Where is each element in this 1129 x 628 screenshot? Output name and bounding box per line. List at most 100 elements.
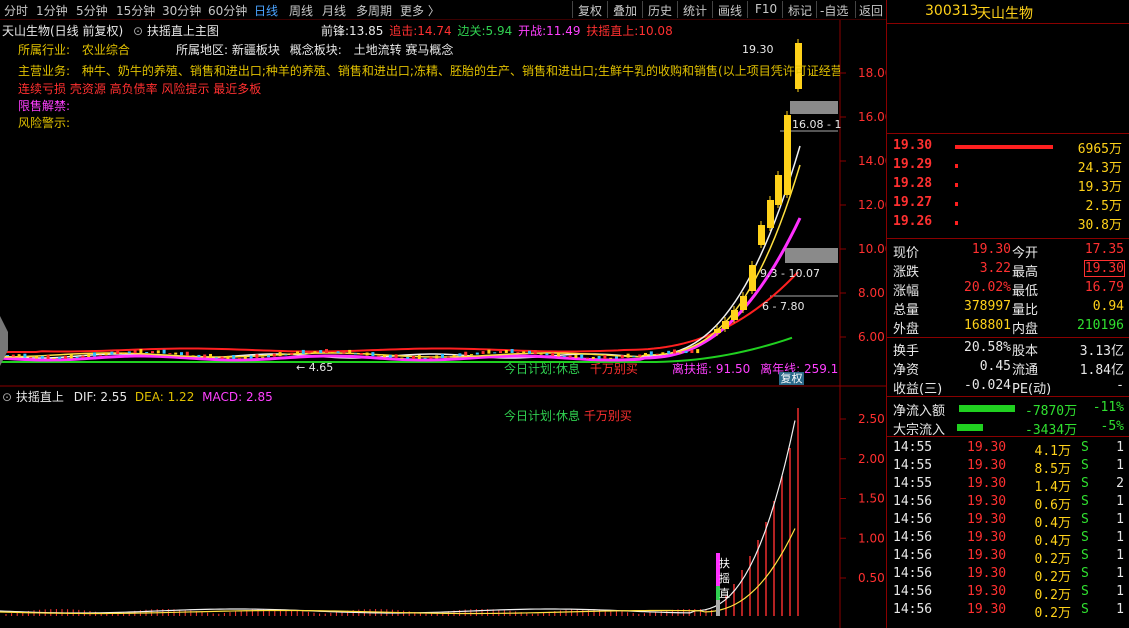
stat-value: 19.30: [971, 242, 1011, 257]
stock-info-region: 所属地区: 新疆板块 概念板块: 土地流转 赛马概念: [176, 41, 453, 58]
tick-count: 1: [1116, 440, 1124, 455]
small-candle: [98, 354, 102, 356]
kline-chart[interactable]: 18.00 16.00 14.00 12.00 10.00 8.00 6.00 2.50 2.0…: [0, 20, 886, 628]
tick-time: 14:56: [893, 494, 933, 509]
overlay-button[interactable]: 叠加: [613, 2, 637, 19]
stock-code: 300313: [925, 3, 979, 19]
small-candle: [325, 349, 328, 354]
indicator-dropdown-icon[interactable]: ⊙: [133, 24, 143, 38]
risk-tags: 连续亏损 壳资源 高负债率 风险提示 最近多板: [18, 80, 261, 97]
small-candle: [203, 354, 207, 358]
tab-monthly[interactable]: 月线: [322, 2, 346, 19]
small-candle: [499, 351, 502, 354]
sub-indicator-dropdown-icon[interactable]: ⊙: [2, 390, 12, 404]
stat-value: 16.79: [1084, 280, 1124, 295]
tab-1min[interactable]: 1分钟: [36, 2, 68, 19]
history-button[interactable]: 历史: [648, 2, 672, 19]
tab-daily[interactable]: 日线: [254, 2, 278, 19]
li-fuyao-label: 离扶摇:: [672, 362, 713, 376]
tick-direction: S: [1081, 530, 1089, 545]
macd-axis-label: 1.50: [858, 492, 885, 506]
small-candle: [81, 355, 85, 358]
small-candle: [545, 353, 549, 356]
tick-price: 19.30: [967, 602, 1007, 617]
up-candle: [784, 115, 791, 195]
small-candle: [696, 349, 700, 354]
ma-white-line: [0, 145, 801, 359]
tab-fenshi[interactable]: 分时: [4, 2, 28, 19]
tick-time: 14:56: [893, 566, 933, 581]
mark-button[interactable]: 标记: [788, 2, 812, 19]
small-candle: [151, 351, 154, 354]
tick-direction: S: [1081, 566, 1089, 581]
small-candle: [400, 357, 404, 359]
small-candle: [46, 354, 50, 359]
divider: [887, 133, 1129, 134]
macd-axis-label: 0.50: [858, 571, 885, 585]
tick-count: 1: [1116, 584, 1124, 599]
stat-value: -: [1116, 378, 1124, 393]
stat-value: 20.58%: [964, 340, 1011, 355]
small-candle: [475, 352, 479, 355]
small-candle: [470, 354, 473, 356]
small-candle: [75, 357, 79, 359]
bid-volume: 19.3万: [1077, 180, 1122, 195]
distance-row: 离扶摇: 91.50 离年线: 259.1: [672, 360, 838, 377]
sub-plan-value: 休息: [556, 409, 581, 423]
fuquan-button[interactable]: 复权: [578, 2, 602, 19]
tab-30min[interactable]: 30分钟: [162, 2, 201, 19]
small-candle: [441, 353, 444, 358]
small-candle: [93, 352, 96, 357]
small-candle: [603, 354, 607, 359]
signal-char: 直: [719, 587, 730, 600]
small-candle: [597, 355, 601, 359]
tab-60min[interactable]: 60分钟: [208, 2, 247, 19]
tick-direction: S: [1081, 494, 1089, 509]
small-candle: [667, 350, 671, 354]
zone-box: [790, 101, 838, 114]
tab-5min[interactable]: 5分钟: [76, 2, 108, 19]
price-axis-label: 6.00: [858, 330, 885, 344]
stats-button[interactable]: 统计: [683, 2, 707, 19]
tab-more[interactable]: 更多 〉: [400, 2, 440, 19]
f10-button[interactable]: F10: [755, 2, 777, 16]
small-candle: [139, 349, 143, 354]
tick-count: 2: [1116, 476, 1124, 491]
small-candle: [122, 352, 125, 354]
back-button[interactable]: 返回: [859, 2, 883, 19]
stat-label: 现价: [893, 246, 920, 261]
tick-volume: 0.2万: [1034, 552, 1071, 567]
small-candle: [429, 356, 433, 359]
small-candle: [406, 356, 410, 359]
remove-watchlist-button[interactable]: -自选: [820, 2, 848, 19]
tab-multi-period[interactable]: 多周期: [356, 2, 392, 19]
bianguan-label: 边关:: [457, 24, 486, 38]
indicator-name[interactable]: 扶摇直上主图: [147, 24, 219, 38]
tab-15min[interactable]: 15分钟: [116, 2, 155, 19]
small-candle: [655, 353, 659, 355]
divider: [887, 23, 1129, 24]
fuquan-tag[interactable]: 复权: [779, 372, 804, 385]
tick-price: 19.30: [967, 476, 1007, 491]
price-axis-label: 14.00: [858, 154, 886, 168]
tick-volume: 4.1万: [1034, 444, 1071, 459]
low-price-label: ← 4.65: [296, 361, 334, 374]
small-candle: [330, 352, 334, 354]
sub-chart-title[interactable]: 扶摇直上: [16, 390, 64, 404]
divider: [887, 396, 1129, 397]
price-axis-label: 18.00: [858, 66, 886, 80]
tick-direction: S: [1081, 548, 1089, 563]
tab-weekly[interactable]: 周线: [289, 2, 313, 19]
draw-button[interactable]: 画线: [718, 2, 742, 19]
tick-volume: 0.2万: [1034, 588, 1071, 603]
bid-price: 19.30: [893, 138, 933, 153]
tick-direction: S: [1081, 584, 1089, 599]
small-candle: [412, 355, 415, 359]
stat-value: 0.45: [979, 359, 1011, 374]
bid-volume-bar: [955, 145, 1053, 149]
small-candle: [354, 353, 357, 355]
macd-axis-label: 1.00: [858, 531, 885, 545]
flow-pct: -11%: [1092, 400, 1124, 415]
quote-panel: 300313 天山生物 19.30 6965万 19.29 24.3万 19.28 19.…: [886, 0, 1129, 628]
small-candle: [278, 352, 282, 357]
